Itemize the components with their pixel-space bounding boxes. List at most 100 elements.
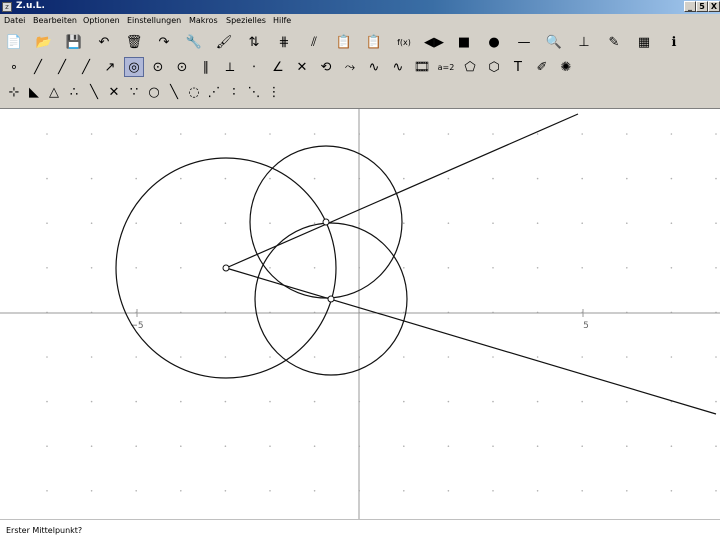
grid-dot (581, 490, 583, 492)
menu-options[interactable]: Optionen (83, 16, 120, 25)
reflect-icon[interactable]: ⟲ (316, 57, 336, 77)
circle-outline-icon[interactable]: ○ (144, 82, 164, 102)
quadrilateral-icon[interactable]: ⬡ (484, 57, 504, 77)
menu-help[interactable]: Hilfe (273, 16, 291, 25)
zoom-icon[interactable]: 🔍 (544, 32, 564, 52)
tool-l-icon[interactable]: ⋮ (264, 82, 284, 102)
tool-d-icon[interactable]: ╲ (84, 82, 104, 102)
grid-dot (46, 222, 48, 224)
tool-f-icon[interactable]: ∵ (124, 82, 144, 102)
line-icon[interactable]: ╱ (52, 57, 72, 77)
grid-dot (135, 267, 137, 269)
geometry-plot[interactable]: −5 5 (0, 109, 720, 519)
redo-icon[interactable]: ↷ (154, 32, 174, 52)
grid-dot (224, 222, 227, 224)
undo-icon[interactable]: ↶ (94, 32, 114, 52)
clipboard-icon[interactable]: 📋 (364, 32, 384, 52)
grid-dot (180, 445, 182, 448)
delete-icon[interactable]: 🗑 (124, 32, 144, 52)
segment-icon[interactable]: ╱ (28, 57, 48, 77)
grid-dot (90, 490, 93, 492)
tool-c-icon[interactable]: ∴ (64, 82, 84, 102)
title-bar: z Z.u.L. _ 5 X (0, 0, 720, 14)
save-icon[interactable]: 💾 (64, 32, 84, 52)
black-square-icon[interactable]: ■ (454, 32, 474, 52)
intersection-icon[interactable]: ✕ (292, 57, 312, 77)
grid-dot (670, 445, 673, 448)
circle-tool-icon[interactable]: ◎ (124, 57, 144, 77)
tool-h-icon[interactable]: ◌ (184, 82, 204, 102)
ray-upper[interactable] (225, 113, 579, 269)
angle-bisector-icon[interactable]: ∠ (268, 57, 288, 77)
parallel-icon[interactable]: ∥ (196, 57, 216, 77)
tick-label-pos5: 5 (583, 321, 589, 331)
info-icon[interactable]: ℹ (664, 32, 684, 52)
tools-icon[interactable]: 🔧 (184, 32, 204, 52)
polygon-icon[interactable]: ⬠ (460, 57, 480, 77)
tool-b-icon[interactable]: ◣ (24, 82, 44, 102)
menu-settings[interactable]: Einstellungen (127, 16, 181, 25)
grid-dot (536, 133, 539, 135)
hide-icon[interactable]: ✐ (532, 57, 552, 77)
grid-dot (403, 356, 405, 358)
film-icon[interactable]: 🎞 (412, 57, 432, 77)
tool-g-icon[interactable]: ╲ (164, 82, 184, 102)
document-icon[interactable]: 📋 (334, 32, 354, 52)
tool-k-icon[interactable]: ⋱ (244, 82, 264, 102)
paint-icon[interactable]: 🖌 (214, 32, 234, 52)
menu-edit[interactable]: Bearbeiten (33, 16, 77, 25)
drawing-canvas[interactable]: −5 5 (0, 109, 720, 519)
triangle-icon[interactable]: △ (44, 82, 64, 102)
point-center[interactable] (222, 264, 230, 272)
circle3-icon[interactable]: ⊙ (148, 57, 168, 77)
status-text: Erster Mittelpunkt? (6, 526, 83, 535)
menu-special[interactable]: Spezielles (226, 16, 266, 25)
grid-dot (536, 490, 539, 492)
function-icon[interactable]: f(x) (394, 32, 414, 52)
grid-dot (90, 445, 93, 448)
curve-icon[interactable]: ∿ (388, 57, 408, 77)
axes-icon[interactable]: ⊥ (574, 32, 594, 52)
point-intersection-upper[interactable] (322, 218, 330, 226)
line-style-icon[interactable]: — (514, 32, 534, 52)
maximize-button[interactable]: 5 (696, 1, 708, 12)
new-icon[interactable]: 📄 (4, 32, 24, 52)
point-intersection-lower[interactable] (327, 295, 335, 303)
arrows-icon[interactable]: ◀▶ (424, 32, 444, 52)
colors-icon[interactable]: ▦ (634, 32, 654, 52)
window-title: Z.u.L. (16, 1, 45, 11)
grid-dot (670, 267, 673, 269)
grid-dot (492, 490, 494, 492)
menu-file[interactable]: Datei (4, 16, 25, 25)
grid-dot (46, 356, 48, 358)
sort-icon[interactable]: ⇅ (244, 32, 264, 52)
circle-fixed-icon[interactable]: ⊙ (172, 57, 192, 77)
midpoint-icon[interactable]: ⋅ (244, 57, 264, 77)
grid-dot (224, 133, 227, 135)
ray-lower[interactable] (225, 267, 717, 415)
equation-icon[interactable]: a=2 (436, 57, 456, 77)
hatch-icon[interactable]: ⫽ (304, 32, 324, 52)
ray-icon[interactable]: ╱ (76, 57, 96, 77)
grid-dot (447, 356, 450, 358)
tool-e-icon[interactable]: ✕ (104, 82, 124, 102)
tool-a-icon[interactable]: ⊹ (4, 82, 24, 102)
fill-icon[interactable]: ✺ (556, 57, 576, 77)
close-button[interactable]: X (708, 1, 720, 12)
dot-icon[interactable]: ● (484, 32, 504, 52)
magic-icon[interactable]: ✎ (604, 32, 624, 52)
grid-dot (447, 133, 450, 135)
tool-i-icon[interactable]: ⋰ (204, 82, 224, 102)
menu-macros[interactable]: Makros (189, 16, 218, 25)
vector-icon[interactable]: ↗ (100, 57, 120, 77)
tool-j-icon[interactable]: ∶ (224, 82, 244, 102)
text-icon[interactable]: T (508, 57, 528, 77)
transform-icon[interactable]: ⤳ (340, 57, 360, 77)
function-plot-icon[interactable]: ∿ (364, 57, 384, 77)
grid-lines-icon[interactable]: ⋕ (274, 32, 294, 52)
open-icon[interactable]: 📂 (34, 32, 54, 52)
minimize-button[interactable]: _ (684, 1, 696, 12)
perpendicular-icon[interactable]: ⟂ (220, 57, 240, 77)
grid-dot (670, 356, 673, 358)
point-icon[interactable]: ∘ (4, 57, 24, 77)
